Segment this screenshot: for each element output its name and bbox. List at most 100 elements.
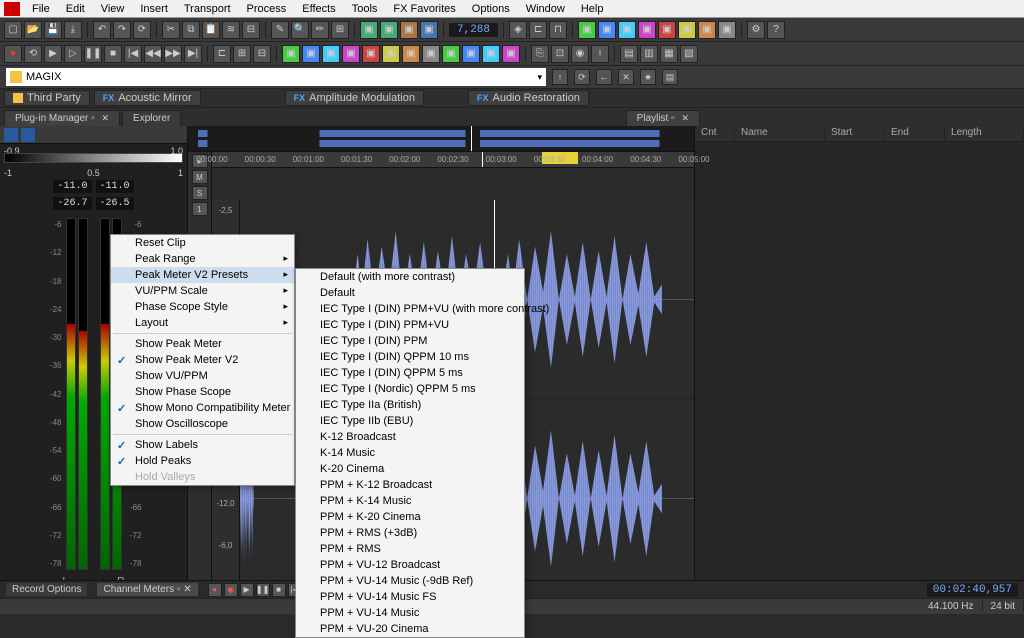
preset-item[interactable]: PPM + K-14 Music <box>296 493 524 509</box>
menu-item[interactable]: VU/PPM Scale <box>111 283 294 299</box>
mini-record-button[interactable]: ● <box>208 583 222 597</box>
close-icon[interactable]: ✕ <box>101 113 109 123</box>
menu-fxfav[interactable]: FX Favorites <box>385 2 463 16</box>
tb-batch-icon[interactable]: ⊡ <box>551 45 569 63</box>
track-mute-icon[interactable]: M <box>192 170 208 184</box>
path-fav-icon[interactable]: ★ <box>640 69 656 85</box>
menu-insert[interactable]: Insert <box>132 2 176 16</box>
play-button[interactable]: ▶ <box>44 45 62 63</box>
menu-item[interactable]: Show Oscilloscope <box>111 416 294 432</box>
time-ruler[interactable]: 00:00:0000:00:3000:01:0000:01:3000:02:00… <box>212 152 694 168</box>
menu-options[interactable]: Options <box>464 2 518 16</box>
tb-tool-b-icon[interactable]: ▣ <box>380 21 398 39</box>
tb-pencil-icon[interactable]: ✏ <box>311 21 329 39</box>
tb-save-icon[interactable]: 💾 <box>44 21 62 39</box>
preset-item[interactable]: PPM + VU-14 Music (-9dB Ref) <box>296 573 524 589</box>
tab-explorer[interactable]: Explorer <box>122 110 181 126</box>
preset-item[interactable]: IEC Type I (Nordic) QPPM 5 ms <box>296 381 524 397</box>
tab-plugin-manager[interactable]: Plug-in Manager ▫ ✕ <box>4 110 120 126</box>
menu-view[interactable]: View <box>93 2 133 16</box>
tb-proc11-icon[interactable]: ▣ <box>482 45 500 63</box>
chan-btn-2[interactable] <box>21 128 35 142</box>
maximize-icon[interactable]: ▫ <box>177 584 181 595</box>
preset-item[interactable]: Default <box>296 285 524 301</box>
tb-fx2-icon[interactable]: ▣ <box>598 21 616 39</box>
menu-item[interactable]: Phase Scope Style <box>111 299 294 315</box>
menu-item[interactable]: Show Peak Meter <box>111 336 294 352</box>
path-view-icon[interactable]: ▤ <box>662 69 678 85</box>
preset-item[interactable]: PPM + RMS (+3dB) <box>296 525 524 541</box>
tb-fx6-icon[interactable]: ▣ <box>678 21 696 39</box>
preset-item[interactable]: IEC Type I (DIN) PPM+VU (with more contr… <box>296 301 524 317</box>
menu-window[interactable]: Window <box>518 2 573 16</box>
overview-strip[interactable] <box>188 126 694 152</box>
close-icon[interactable]: ✕ <box>183 584 191 595</box>
tb-tool-c-icon[interactable]: ▣ <box>400 21 418 39</box>
tb-proc2-icon[interactable]: ▣ <box>302 45 320 63</box>
path-refresh-icon[interactable]: ⟳ <box>574 69 590 85</box>
preset-item[interactable]: K-12 Broadcast <box>296 429 524 445</box>
tb-cd-icon[interactable]: ◉ <box>571 45 589 63</box>
tb-proc6-icon[interactable]: ▣ <box>382 45 400 63</box>
menu-item[interactable]: Show Labels <box>111 437 294 453</box>
track-solo-icon[interactable]: S <box>192 186 208 200</box>
tb-help-icon[interactable]: ? <box>767 21 785 39</box>
tab-playlist[interactable]: Playlist ▫ ✕ <box>626 110 700 126</box>
tb-mix-icon[interactable]: ≋ <box>222 21 240 39</box>
tb-fx4-icon[interactable]: ▣ <box>638 21 656 39</box>
rewind-button[interactable]: ◀◀ <box>144 45 162 63</box>
tb-fx7-icon[interactable]: ▣ <box>698 21 716 39</box>
menu-item[interactable]: Peak Range <box>111 251 294 267</box>
col-length[interactable]: Length <box>945 126 1024 141</box>
menu-transport[interactable]: Transport <box>176 2 239 16</box>
mini-loop-rec-button[interactable]: ◉ <box>224 583 238 597</box>
tb-tool-a-icon[interactable]: ▣ <box>360 21 378 39</box>
stop-button[interactable]: ■ <box>104 45 122 63</box>
menu-item[interactable]: Show Phase Scope <box>111 384 294 400</box>
menu-item[interactable]: Show Peak Meter V2 <box>111 352 294 368</box>
tb-fx5-icon[interactable]: ▣ <box>658 21 676 39</box>
tb-spec-icon[interactable]: ⫮ <box>591 45 609 63</box>
tb-open-icon[interactable]: 📂 <box>24 21 42 39</box>
tb-copy-icon[interactable]: ⧉ <box>182 21 200 39</box>
path-del-icon[interactable]: ✕ <box>618 69 634 85</box>
tab-channel-meters[interactable]: Channel Meters ▫ ✕ <box>97 583 197 596</box>
preset-item[interactable]: PPM + K-20 Cinema <box>296 509 524 525</box>
menu-item[interactable]: Reset Clip <box>111 235 294 251</box>
selection-region[interactable] <box>551 200 585 399</box>
close-icon[interactable]: ✕ <box>681 113 689 123</box>
tb-fx3-icon[interactable]: ▣ <box>618 21 636 39</box>
tb-proc5-icon[interactable]: ▣ <box>362 45 380 63</box>
tb-undo-icon[interactable]: ↶ <box>93 21 111 39</box>
track-ch-icon[interactable]: 1 <box>192 202 208 216</box>
col-start[interactable]: Start <box>825 126 885 141</box>
forward-button[interactable]: ▶▶ <box>164 45 182 63</box>
playlist-body[interactable] <box>695 142 1024 598</box>
tb-script-icon[interactable]: ⎘ <box>531 45 549 63</box>
goto-end-button[interactable]: ▶| <box>184 45 202 63</box>
tb-snapb-icon[interactable]: ⊟ <box>253 45 271 63</box>
tb-event-icon[interactable]: ⊞ <box>331 21 349 39</box>
maximize-icon[interactable]: ▫ <box>671 113 675 124</box>
record-button[interactable]: ● <box>4 45 22 63</box>
tb-marker-icon[interactable]: ◈ <box>509 21 527 39</box>
tb-view4-icon[interactable]: ▧ <box>680 45 698 63</box>
path-back-icon[interactable]: ← <box>596 69 612 85</box>
tb-snapa-icon[interactable]: ⊞ <box>233 45 251 63</box>
tb-proc7-icon[interactable]: ▣ <box>402 45 420 63</box>
tb-repeat-icon[interactable]: ⟳ <box>133 21 151 39</box>
tb-tool-d-icon[interactable]: ▣ <box>420 21 438 39</box>
tb-proc1-icon[interactable]: ▣ <box>282 45 300 63</box>
chan-btn-1[interactable] <box>4 128 18 142</box>
plugin-amplitude-mod[interactable]: FX Amplitude Modulation <box>285 90 424 106</box>
menu-process[interactable]: Process <box>239 2 295 16</box>
tb-pref-icon[interactable]: ⚙ <box>747 21 765 39</box>
preset-item[interactable]: IEC Type I (DIN) QPPM 10 ms <box>296 349 524 365</box>
menu-help[interactable]: Help <box>573 2 612 16</box>
preset-item[interactable]: PPM + VU-12 Broadcast <box>296 557 524 573</box>
tb-proc10-icon[interactable]: ▣ <box>462 45 480 63</box>
tb-proc3-icon[interactable]: ▣ <box>322 45 340 63</box>
path-input[interactable]: MAGIX ▾ <box>6 68 546 86</box>
preset-item[interactable]: PPM + RMS <box>296 541 524 557</box>
plugin-thirdparty[interactable]: Third Party <box>4 90 90 106</box>
